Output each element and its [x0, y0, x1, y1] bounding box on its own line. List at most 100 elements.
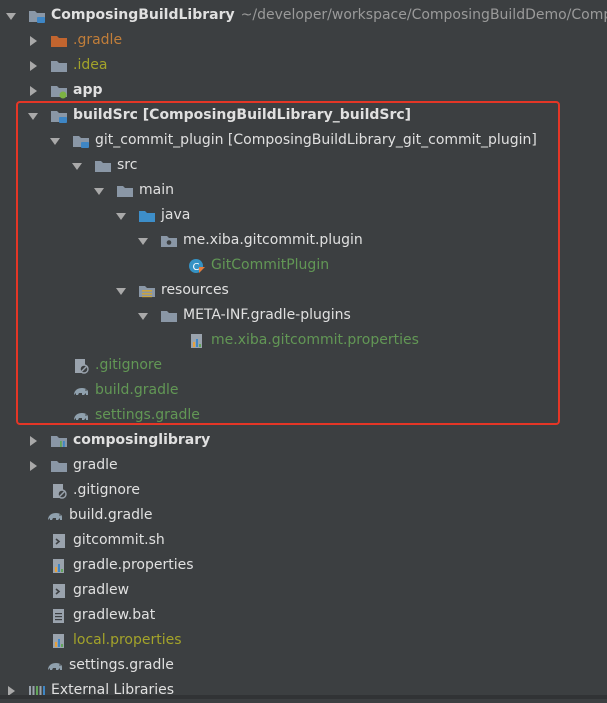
tree-row-settings-gradle[interactable]: settings.gradle: [0, 403, 607, 428]
tree-item-label: External Libraries: [51, 682, 174, 698]
chevron-right-icon[interactable]: [28, 60, 38, 71]
excluded-folder-icon: [50, 33, 68, 49]
tree-row-gitcommit-sh[interactable]: gitcommit.sh: [0, 528, 607, 553]
tree-row-external-libraries[interactable]: External Libraries: [0, 678, 607, 703]
chevron-down-icon[interactable]: [116, 211, 126, 221]
tree-item-label: build.gradle: [95, 382, 179, 398]
module-folder-icon: [28, 8, 46, 24]
tree-row-root-settings-gradle[interactable]: settings.gradle: [0, 653, 607, 678]
tree-row-composinglibrary[interactable]: composinglibrary: [0, 428, 607, 453]
tree-item-label: main: [139, 182, 174, 198]
ignore-file-icon: [72, 358, 90, 374]
tree-item-label: gradlew.bat: [73, 607, 156, 623]
tree-row-root-gitignore[interactable]: .gitignore: [0, 478, 607, 503]
tree-item-label: app: [73, 82, 103, 98]
tree-row-gitcommitplugin-class[interactable]: C GitCommitPlugin: [0, 253, 607, 278]
tree-row-gradle-dir[interactable]: .gradle: [0, 28, 607, 53]
tree-item-label: .idea: [73, 57, 108, 73]
tree-item-label: java: [161, 207, 191, 223]
tree-item-label: build.gradle: [69, 507, 153, 523]
tree-row-idea-dir[interactable]: .idea: [0, 53, 607, 78]
chevron-down-icon[interactable]: [72, 161, 82, 171]
chevron-down-icon[interactable]: [138, 236, 148, 246]
gradle-elephant-icon: [46, 508, 64, 524]
tree-row-gradle-properties[interactable]: gradle.properties: [0, 553, 607, 578]
tree-item-label: resources: [161, 282, 229, 298]
gradle-elephant-icon: [72, 383, 90, 399]
text-file-icon: [50, 608, 68, 624]
chevron-right-icon[interactable]: [28, 85, 38, 96]
chevron-down-icon[interactable]: [50, 136, 60, 146]
tree-item-label: settings.gradle: [69, 657, 174, 673]
tree-row-src[interactable]: src: [0, 153, 607, 178]
tree-row-local-properties[interactable]: local.properties: [0, 628, 607, 653]
android-module-icon: [50, 83, 68, 99]
chevron-right-icon[interactable]: [28, 460, 38, 471]
tree-item-label: .gradle: [73, 32, 123, 48]
tree-item-label: buildSrc [ComposingBuildLibrary_buildSrc…: [73, 107, 412, 123]
project-tree: ComposingBuildLibrary ~/developer/worksp…: [0, 0, 607, 699]
kotlin-class-icon: C: [188, 258, 206, 274]
folder-icon: [50, 458, 68, 474]
chevron-down-icon[interactable]: [28, 111, 38, 121]
tree-row-java[interactable]: java: [0, 203, 607, 228]
folder-icon: [50, 58, 68, 74]
chevron-down-icon[interactable]: [94, 186, 104, 196]
library-module-icon: [50, 433, 68, 449]
tree-item-label: .gitignore: [73, 482, 140, 498]
tree-row-main[interactable]: main: [0, 178, 607, 203]
resources-folder-icon: [138, 283, 156, 299]
properties-file-icon: [50, 633, 68, 649]
tree-row-root-build-gradle[interactable]: build.gradle: [0, 503, 607, 528]
tree-row-build-gradle[interactable]: build.gradle: [0, 378, 607, 403]
tree-row-root[interactable]: ComposingBuildLibrary ~/developer/worksp…: [0, 3, 607, 28]
module-folder-icon: [50, 108, 68, 124]
tree-row-meta-inf[interactable]: META-INF.gradle-plugins: [0, 303, 607, 328]
tree-row-package[interactable]: me.xiba.gitcommit.plugin: [0, 228, 607, 253]
tree-row-resources[interactable]: resources: [0, 278, 607, 303]
chevron-down-icon[interactable]: [6, 11, 16, 21]
shell-script-icon: [50, 583, 68, 599]
folder-icon: [116, 183, 134, 199]
tree-item-label: gradle: [73, 457, 118, 473]
tree-row-git-commit-plugin[interactable]: git_commit_plugin [ComposingBuildLibrary…: [0, 128, 607, 153]
tree-row-gradle-folder[interactable]: gradle: [0, 453, 607, 478]
folder-icon: [160, 308, 178, 324]
chevron-down-icon[interactable]: [116, 286, 126, 296]
bottom-border: [0, 695, 607, 699]
tree-item-label: META-INF.gradle-plugins: [183, 307, 351, 323]
shell-script-icon: [50, 533, 68, 549]
root-project-label: ComposingBuildLibrary: [51, 7, 235, 23]
module-folder-icon: [72, 133, 90, 149]
tree-item-label: composinglibrary: [73, 432, 211, 448]
tree-item-label: settings.gradle: [95, 407, 200, 423]
chevron-right-icon[interactable]: [6, 685, 16, 696]
root-project-path: ~/developer/workspace/ComposingBuildDemo…: [240, 7, 607, 23]
tree-item-label: src: [117, 157, 138, 173]
tree-item-label: me.xiba.gitcommit.properties: [211, 332, 419, 348]
chevron-down-icon[interactable]: [138, 311, 148, 321]
gradle-elephant-icon: [46, 658, 64, 674]
properties-file-icon: [188, 333, 206, 349]
chevron-right-icon[interactable]: [28, 35, 38, 46]
tree-row-app[interactable]: app: [0, 78, 607, 103]
package-icon: [160, 233, 178, 249]
tree-row-gradlew[interactable]: gradlew: [0, 578, 607, 603]
folder-icon: [94, 158, 112, 174]
tree-row-gradlew-bat[interactable]: gradlew.bat: [0, 603, 607, 628]
tree-item-label: .gitignore: [95, 357, 162, 373]
source-root-folder-icon: [138, 208, 156, 224]
tree-item-label: gitcommit.sh: [73, 532, 165, 548]
tree-row-properties-file[interactable]: me.xiba.gitcommit.properties: [0, 328, 607, 353]
tree-item-label: gradle.properties: [73, 557, 194, 573]
tree-item-label: git_commit_plugin [ComposingBuildLibrary…: [95, 132, 537, 148]
tree-item-label: local.properties: [73, 632, 182, 648]
tree-row-gitignore[interactable]: .gitignore: [0, 353, 607, 378]
properties-file-icon: [50, 558, 68, 574]
tree-item-label: me.xiba.gitcommit.plugin: [183, 232, 363, 248]
tree-row-buildsrc[interactable]: buildSrc [ComposingBuildLibrary_buildSrc…: [0, 103, 607, 128]
svg-text:C: C: [193, 262, 200, 273]
gradle-elephant-icon: [72, 408, 90, 424]
chevron-right-icon[interactable]: [28, 435, 38, 446]
tree-item-label: gradlew: [73, 582, 130, 598]
